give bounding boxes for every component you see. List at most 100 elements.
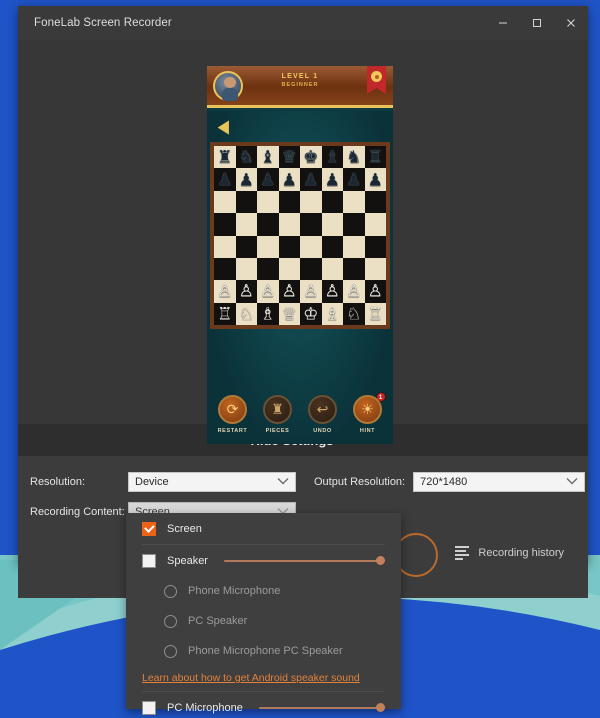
board-square[interactable]: ♘ xyxy=(343,302,365,325)
slider-knob[interactable] xyxy=(376,556,385,565)
game-button-restart[interactable]: ⟳ RESTART xyxy=(216,395,250,434)
board-square[interactable] xyxy=(257,190,279,214)
chess-piece[interactable]: ♗ xyxy=(257,305,279,322)
chess-piece[interactable]: ♔ xyxy=(300,305,322,322)
board-square[interactable] xyxy=(214,235,236,258)
board-square[interactable]: ♙ xyxy=(214,280,236,303)
board-square[interactable] xyxy=(343,190,365,214)
board-square[interactable] xyxy=(214,190,236,214)
board-square[interactable] xyxy=(300,257,322,281)
dropdown-option-pc-microphone[interactable]: PC Microphone xyxy=(142,692,385,718)
chess-piece[interactable]: ♝ xyxy=(322,149,344,166)
gear-icon[interactable] xyxy=(371,71,382,82)
chess-piece[interactable]: ♘ xyxy=(343,305,365,322)
board-square[interactable] xyxy=(278,213,300,236)
board-square[interactable]: ♖ xyxy=(364,302,387,325)
board-square[interactable]: ♝ xyxy=(321,146,344,169)
chess-piece[interactable]: ♙ xyxy=(322,283,344,300)
board-square[interactable] xyxy=(343,235,365,258)
dropdown-option-screen[interactable]: Screen xyxy=(142,513,385,544)
slider-knob[interactable] xyxy=(376,703,385,712)
board-square[interactable] xyxy=(321,257,343,281)
chess-piece[interactable]: ♙ xyxy=(214,283,236,300)
board-square[interactable]: ♙ xyxy=(235,280,258,303)
board-square[interactable]: ♙ xyxy=(343,280,365,303)
board-square[interactable] xyxy=(364,213,386,236)
board-square[interactable] xyxy=(235,190,257,214)
chess-piece[interactable]: ♟ xyxy=(214,171,236,188)
screen-checkbox[interactable] xyxy=(142,521,156,536)
radio-option-2[interactable]: Phone Microphone PC Speaker xyxy=(142,636,385,666)
chess-piece[interactable]: ♜ xyxy=(214,149,236,166)
chess-piece[interactable]: ♝ xyxy=(257,149,279,166)
chess-piece[interactable]: ♞ xyxy=(236,149,258,166)
board-square[interactable]: ♕ xyxy=(278,302,301,325)
recording-content-dropdown[interactable]: Screen Speaker Phone Microphone PC Speake… xyxy=(126,513,401,715)
pc-microphone-volume-slider[interactable] xyxy=(258,701,385,715)
game-button-pieces[interactable]: ♜ PIECES xyxy=(261,395,295,434)
radio-button[interactable] xyxy=(164,614,177,628)
minimize-icon[interactable] xyxy=(486,6,520,40)
maximize-icon[interactable] xyxy=(520,6,554,40)
chess-piece[interactable]: ♟ xyxy=(343,171,365,188)
chess-piece[interactable]: ♕ xyxy=(279,305,301,322)
chess-piece[interactable]: ♟ xyxy=(322,171,344,188)
board-square[interactable]: ♛ xyxy=(278,146,301,169)
board-square[interactable]: ♔ xyxy=(300,302,322,325)
chess-piece[interactable]: ♙ xyxy=(236,283,258,300)
radio-option-1[interactable]: PC Speaker xyxy=(142,606,385,636)
board-square[interactable] xyxy=(235,235,257,258)
board-square[interactable] xyxy=(343,213,365,236)
speaker-checkbox[interactable] xyxy=(142,553,156,568)
board-square[interactable]: ♞ xyxy=(235,146,258,169)
board-square[interactable] xyxy=(257,257,279,281)
chess-piece[interactable]: ♟ xyxy=(279,171,301,188)
speaker-volume-slider[interactable] xyxy=(223,554,385,568)
board-square[interactable] xyxy=(257,235,279,258)
board-square[interactable]: ♙ xyxy=(257,280,279,303)
android-speaker-sound-link[interactable]: Learn about how to get Android speaker s… xyxy=(142,672,385,684)
board-square[interactable]: ♟ xyxy=(321,168,344,191)
chess-piece[interactable]: ♙ xyxy=(279,283,301,300)
chess-piece[interactable]: ♙ xyxy=(365,283,387,300)
board-square[interactable]: ♝ xyxy=(257,146,279,169)
radio-option-0[interactable]: Phone Microphone xyxy=(142,576,385,606)
board-square[interactable]: ♘ xyxy=(235,302,258,325)
chess-piece[interactable]: ♖ xyxy=(214,305,236,322)
board-square[interactable] xyxy=(235,213,257,236)
board-square[interactable]: ♗ xyxy=(321,302,344,325)
chess-piece[interactable]: ♟ xyxy=(257,171,279,188)
board-square[interactable]: ♟ xyxy=(343,168,365,191)
chess-piece[interactable]: ♙ xyxy=(300,283,322,300)
board-square[interactable] xyxy=(214,213,236,236)
chess-piece[interactable]: ♖ xyxy=(365,305,387,322)
game-button-undo[interactable]: ↩ UNDO xyxy=(306,395,340,434)
board-square[interactable]: ♟ xyxy=(214,168,236,191)
chess-piece[interactable]: ♞ xyxy=(343,149,365,166)
board-square[interactable] xyxy=(235,257,257,281)
dropdown-option-speaker[interactable]: Speaker xyxy=(142,545,385,576)
board-square[interactable]: ♙ xyxy=(364,280,387,303)
board-square[interactable]: ♗ xyxy=(257,302,279,325)
chess-piece[interactable]: ♟ xyxy=(236,171,258,188)
board-square[interactable]: ♙ xyxy=(321,280,344,303)
chess-piece[interactable]: ♚ xyxy=(300,149,322,166)
board-square[interactable]: ♟ xyxy=(364,168,387,191)
chess-piece[interactable]: ♟ xyxy=(300,171,322,188)
board-square[interactable] xyxy=(300,213,322,236)
board-square[interactable]: ♙ xyxy=(278,280,301,303)
chess-piece[interactable]: ♙ xyxy=(257,283,279,300)
chess-piece[interactable]: ♗ xyxy=(322,305,344,322)
chess-board[interactable]: ♜ ♞ ♝ ♛ ♚ ♝ ♞ ♜ ♟ ♟ ♟ ♟ ♟ ♟ ♟ ♟ ♙ ♙ ♙ ♙ ♙ ♙ ♙ ♙ ♖ ♘ ♗ ♕ ♔ ♗ ♘ ♖ xyxy=(210,142,390,329)
chess-piece[interactable]: ♟ xyxy=(365,171,387,188)
board-square[interactable] xyxy=(364,257,386,281)
board-square[interactable]: ♞ xyxy=(343,146,365,169)
board-square[interactable] xyxy=(300,235,322,258)
recording-history-button[interactable]: Recording history xyxy=(455,546,564,560)
board-square[interactable] xyxy=(364,190,386,214)
board-square[interactable] xyxy=(278,190,300,214)
board-square[interactable] xyxy=(214,257,236,281)
title-bar[interactable]: FoneLab Screen Recorder xyxy=(18,6,588,40)
chess-piece[interactable]: ♘ xyxy=(236,305,258,322)
chess-piece[interactable]: ♛ xyxy=(279,149,301,166)
